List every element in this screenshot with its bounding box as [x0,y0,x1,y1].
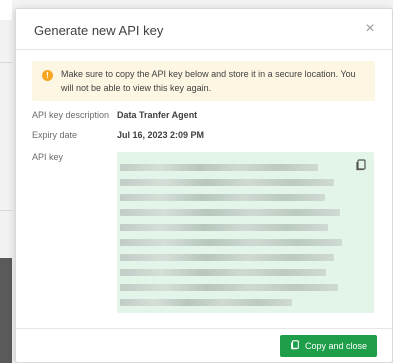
expiry-label: Expiry date [32,130,78,140]
blurred-key-line [120,164,318,171]
api-key-box[interactable] [117,152,374,313]
background-panel-dark [0,258,12,363]
blurred-key-line [120,254,334,261]
description-value: Data Tranfer Agent [117,110,198,120]
blurred-key-line [120,209,340,216]
description-label: API key description [32,110,110,120]
copy-icon[interactable] [355,158,367,171]
api-key-label: API key [32,152,64,162]
blurred-key-line [120,194,325,201]
blurred-key-line [120,269,326,276]
blurred-key-line [120,239,342,246]
blurred-key-line [120,179,334,186]
copy-and-close-button[interactable]: Copy and close [280,335,377,357]
expiry-value: Jul 16, 2023 2:09 PM [117,130,205,140]
background-divider [0,210,12,211]
blurred-key-line [120,299,292,306]
api-key-dialog: Generate new API key × ! Make sure to co… [15,8,393,363]
dialog-title: Generate new API key [34,23,164,38]
close-icon[interactable]: × [360,19,380,39]
warning-icon: ! [42,70,53,81]
warning-text: Make sure to copy the API key below and … [61,69,356,93]
blurred-key-line [120,224,328,231]
copy-icon [290,340,300,352]
dialog-header: Generate new API key × [16,9,392,50]
background-divider [0,62,12,63]
warning-banner: ! Make sure to copy the API key below an… [32,61,375,101]
copy-and-close-label: Copy and close [304,341,368,351]
background-panel [0,0,12,20]
blurred-key-line [120,284,338,291]
dialog-footer: Copy and close [16,328,392,362]
